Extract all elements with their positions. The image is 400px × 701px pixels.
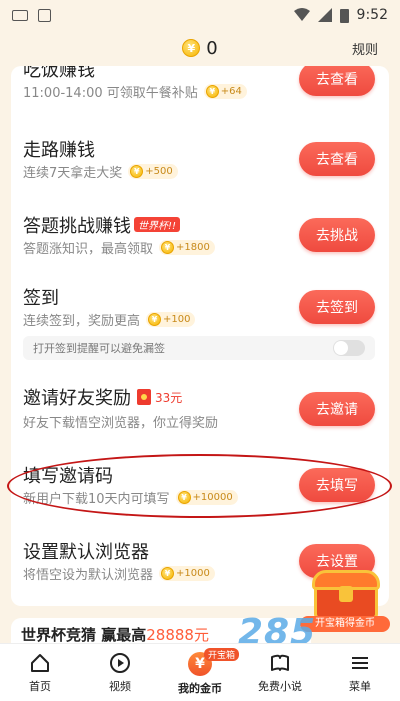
- task-title: 填写邀请码: [23, 466, 113, 487]
- task-desc: 将悟空设为默认浏览器 ¥ +1000: [23, 564, 215, 583]
- bottom-tab-bar: 首页 视频 ¥ 开宝箱 我的金币 免费小说 菜单: [0, 643, 400, 701]
- task-desc-text: 连续7天拿走大奖: [23, 166, 123, 181]
- status-time: 9:52: [356, 7, 388, 23]
- task-invite-code: 填写邀请码 新用户下载10天内可填写 ¥ +10000 去填写: [11, 458, 389, 538]
- worldcup-banner[interactable]: 世界杯竞猜 赢最高28888元: [11, 618, 311, 646]
- tab-my-coins[interactable]: ¥ 开宝箱 我的金币: [160, 644, 240, 701]
- coin-icon: ¥: [148, 313, 162, 326]
- status-bar: 9:52: [0, 0, 400, 30]
- reward-amount: +10000: [192, 492, 233, 503]
- reminder-text: 打开签到提醒可以避免漏签: [33, 342, 165, 355]
- signal-icon: [317, 8, 332, 22]
- coin-icon: ¥: [205, 85, 219, 98]
- reward-amount: +1800: [176, 242, 210, 253]
- task-desc: 好友下载悟空浏览器，你立得奖励: [23, 412, 218, 431]
- reward-badge: ¥ +64: [203, 84, 247, 99]
- task-quiz: 答题挑战赚钱 世界杯!! 答题涨知识，最高领取 ¥ +1800 去挑战: [11, 208, 389, 288]
- fill-code-button[interactable]: 去填写: [299, 468, 375, 502]
- reward-amount: +500: [145, 166, 173, 177]
- banner-amount: 28888元: [146, 626, 209, 644]
- reward-badge: ¥ +1000: [159, 566, 215, 581]
- tab-label: 首页: [29, 680, 51, 693]
- rules-link[interactable]: 规则: [352, 39, 378, 58]
- red-packet-icon: [137, 389, 151, 405]
- battery-icon: [339, 8, 349, 23]
- book-icon: [271, 654, 289, 671]
- task-desc: 11:00-14:00 可领取午餐补贴 ¥ +64: [23, 82, 247, 101]
- task-title: 走路赚钱: [23, 140, 95, 161]
- task-desc-text: 将悟空设为默认浏览器: [23, 568, 154, 583]
- banner-text: 世界杯竞猜 赢最高: [21, 626, 147, 644]
- tab-novels[interactable]: 免费小说: [240, 644, 320, 701]
- invite-button[interactable]: 去邀请: [299, 392, 375, 426]
- reward-badge: ¥ +10000: [175, 490, 238, 505]
- reminder-toggle[interactable]: [333, 340, 365, 356]
- reward-badge: ¥ +500: [128, 164, 178, 179]
- task-lunch: 吃饭赚钱 11:00-14:00 可领取午餐补贴 ¥ +64 去查看: [11, 66, 389, 138]
- task-desc-text: 答题涨知识，最高领取: [23, 242, 154, 257]
- coin-balance: 0: [206, 37, 218, 59]
- tab-home[interactable]: 首页: [0, 644, 80, 701]
- task-desc: 答题涨知识，最高领取 ¥ +1800: [23, 238, 215, 257]
- task-desc: 新用户下载10天内可填写 ¥ +10000: [23, 488, 238, 507]
- task-desc-text: 连续签到，奖励更高: [23, 314, 141, 329]
- task-title: 答题挑战赚钱 世界杯!!: [23, 212, 181, 238]
- task-desc-text: 好友下载悟空浏览器，你立得奖励: [23, 416, 219, 431]
- red-packet-amount: 33元: [155, 391, 183, 405]
- task-desc-text: 新用户下载10天内可填写: [23, 492, 170, 507]
- tab-menu[interactable]: 菜单: [320, 644, 400, 701]
- view-lunch-button[interactable]: 去查看: [299, 66, 375, 96]
- coin-icon: ¥: [182, 39, 201, 57]
- reward-amount: +100: [163, 314, 191, 325]
- task-checkin: 签到 连续签到，奖励更高 ¥ +100 去签到 打开签到提醒可以避免漏签: [11, 284, 389, 388]
- tab-label: 视频: [109, 680, 131, 693]
- treasure-label[interactable]: 开宝箱得金币: [300, 616, 390, 632]
- task-desc-text: 11:00-14:00 可领取午餐补贴: [23, 86, 198, 101]
- home-icon: [31, 654, 49, 672]
- coin-icon: ¥: [161, 241, 175, 254]
- coin-icon: ¥: [161, 567, 175, 580]
- coin-icon: ¥: [130, 165, 144, 178]
- reward-amount: +1000: [176, 568, 210, 579]
- task-invite: 邀请好友奖励 33元 好友下载悟空浏览器，你立得奖励 去邀请: [11, 380, 389, 460]
- play-icon: [110, 653, 130, 673]
- task-title-text: 邀请好友奖励: [23, 388, 131, 409]
- checkin-button[interactable]: 去签到: [299, 290, 375, 324]
- reward-badge: ¥ +1800: [159, 240, 215, 255]
- worldcup-tag: 世界杯!!: [134, 217, 181, 232]
- task-title: 设置默认浏览器: [23, 542, 149, 563]
- menu-icon: [352, 657, 368, 669]
- task-title-text: 答题挑战赚钱: [23, 216, 131, 237]
- challenge-button[interactable]: 去挑战: [299, 218, 375, 252]
- checkin-reminder: 打开签到提醒可以避免漏签: [23, 336, 375, 360]
- chest-lock: [339, 586, 353, 602]
- view-walk-button[interactable]: 去查看: [299, 142, 375, 176]
- task-desc: 连续7天拿走大奖 ¥ +500: [23, 162, 178, 181]
- header: ¥ 0 规则: [0, 30, 400, 66]
- tab-badge: 开宝箱: [204, 648, 240, 661]
- tab-label: 我的金币: [178, 682, 222, 695]
- tab-label: 菜单: [349, 680, 371, 693]
- task-title: 邀请好友奖励 33元: [23, 384, 182, 410]
- task-title: 签到: [23, 288, 59, 309]
- tab-video[interactable]: 视频: [80, 644, 160, 701]
- wifi-icon: [293, 8, 310, 21]
- task-desc: 连续签到，奖励更高 ¥ +100: [23, 310, 196, 329]
- image-icon: [38, 8, 51, 22]
- reward-badge: ¥ +100: [146, 312, 196, 327]
- coin-icon: ¥: [177, 491, 191, 504]
- tab-label: 免费小说: [258, 680, 302, 693]
- task-walk: 走路赚钱 连续7天拿走大奖 ¥ +500 去查看: [11, 132, 389, 212]
- keyboard-icon: [12, 9, 28, 21]
- task-card: 吃饭赚钱 11:00-14:00 可领取午餐补贴 ¥ +64 去查看 走路赚钱 连…: [11, 66, 389, 606]
- reward-amount: +64: [220, 86, 242, 97]
- task-title: 吃饭赚钱: [23, 66, 95, 81]
